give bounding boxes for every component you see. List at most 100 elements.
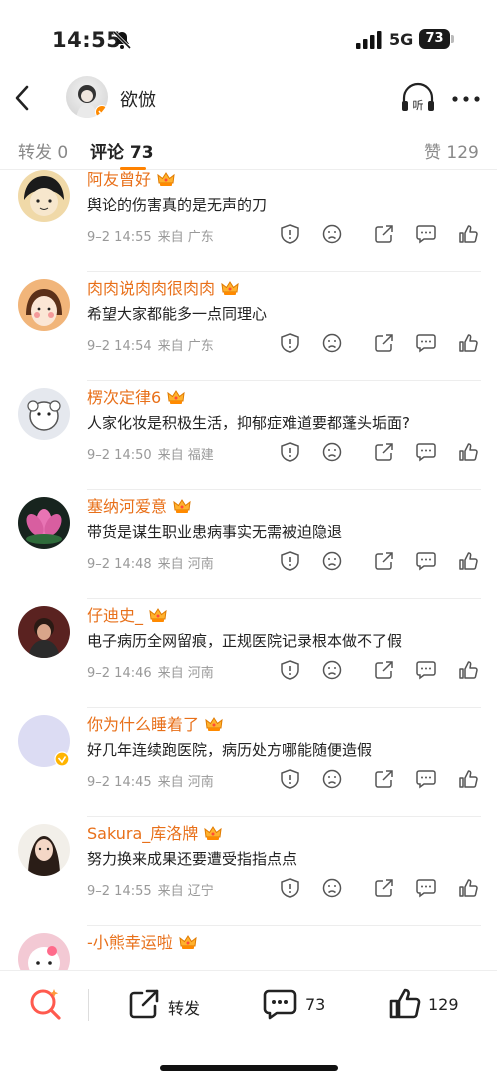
comment-time: 9–2 14:50 (87, 448, 152, 463)
comment-item[interactable]: 你为什么睡着了 好几年连续跑医院，病历处方哪能随便造假 9–2 14:45 来自 河南 (0, 707, 497, 817)
crown-icon (167, 390, 185, 404)
crown-icon (173, 499, 191, 513)
comment-time: 9–2 14:46 (87, 666, 152, 681)
commenter-name[interactable]: Sakura_库洛牌 (87, 820, 222, 844)
commenter-name[interactable]: -小熊幸运啦 (87, 929, 197, 953)
commenter-name[interactable]: 楞次定律6 (87, 384, 185, 408)
comment-icon[interactable] (416, 442, 436, 462)
comment-text: 带货是谋生职业患病事实无需被迫隐退 (87, 523, 343, 541)
commenter-avatar[interactable] (18, 170, 70, 222)
report-icon[interactable] (280, 878, 300, 898)
comment-item[interactable]: 楞次定律6 人家化妆是积极生活，抑郁症难道要都蓬头垢面? 9–2 14:50 来自 福… (0, 380, 497, 490)
verified-badge-icon (54, 751, 70, 767)
report-icon[interactable] (280, 224, 300, 244)
report-icon[interactable] (280, 442, 300, 462)
comment-item[interactable]: 肉肉说肉肉很肉肉 希望大家都能多一点同理心 9–2 14:54 来自 广东 (0, 271, 497, 381)
comment-text: 舆论的伤害真的是无声的刀 (87, 196, 268, 214)
comment-list[interactable]: 阿友曾好 舆论的伤害真的是无声的刀 9–2 14:55 来自 广东 肉肉说肉肉很肉肉 希望… (0, 170, 497, 970)
header: 欲倣 听 (0, 72, 497, 124)
share-icon[interactable] (374, 442, 394, 462)
status-time: 14:55 (52, 28, 122, 52)
author-avatar[interactable] (66, 76, 108, 118)
commenter-avatar[interactable] (18, 933, 70, 970)
dislike-face-icon[interactable] (322, 878, 342, 898)
comment-icon[interactable] (416, 551, 436, 571)
commenter-avatar[interactable] (18, 824, 70, 876)
comment-item[interactable]: 塞纳河爱意 带货是谋生职业患病事实无需被迫隐退 9–2 14:48 来自 河南 (0, 489, 497, 599)
comment-item[interactable]: -小熊幸运啦 (0, 925, 497, 970)
report-icon[interactable] (280, 333, 300, 353)
report-icon[interactable] (280, 551, 300, 571)
crown-icon (204, 826, 222, 840)
commenter-avatar[interactable] (18, 279, 70, 331)
headphones-icon[interactable]: 听 (400, 82, 436, 114)
like-icon[interactable] (458, 660, 478, 680)
comment-meta: 9–2 14:50 来自 福建 (87, 444, 220, 463)
comment-count[interactable]: 73 (305, 995, 325, 1014)
commenter-name[interactable]: 阿友曾好 (87, 170, 175, 190)
dislike-face-icon[interactable] (322, 224, 342, 244)
share-icon[interactable] (128, 988, 160, 1020)
share-icon[interactable] (374, 224, 394, 244)
comment-icon[interactable] (416, 660, 436, 680)
comment-icon[interactable] (416, 224, 436, 244)
commenter-name[interactable]: 仔迪史_ (87, 602, 167, 626)
commenter-avatar[interactable] (18, 497, 70, 549)
comment-actions (280, 224, 480, 246)
commenter-name[interactable]: 你为什么睡着了 (87, 711, 223, 735)
commenter-name[interactable]: 塞纳河爱意 (87, 493, 191, 517)
like-icon[interactable] (458, 551, 478, 571)
like-icon[interactable] (388, 986, 422, 1020)
repost-button-label[interactable]: 转发 (168, 995, 200, 1019)
like-icon[interactable] (458, 878, 478, 898)
commenter-avatar[interactable] (18, 388, 70, 440)
tab-bar: 转发 0 评论 73 赞 129 (0, 124, 497, 170)
report-icon[interactable] (280, 660, 300, 680)
like-icon[interactable] (458, 333, 478, 353)
network-type: 5G (389, 30, 414, 49)
like-count[interactable]: 129 (428, 995, 459, 1014)
comment-item[interactable]: 阿友曾好 舆论的伤害真的是无声的刀 9–2 14:55 来自 广东 (0, 170, 497, 272)
dislike-face-icon[interactable] (322, 442, 342, 462)
dislike-face-icon[interactable] (322, 660, 342, 680)
comment-meta: 9–2 14:55 来自 辽宁 (87, 880, 220, 899)
share-icon[interactable] (374, 769, 394, 789)
like-icon[interactable] (458, 442, 478, 462)
comment-icon[interactable] (416, 769, 436, 789)
comment-actions (280, 660, 480, 682)
share-icon[interactable] (374, 551, 394, 571)
back-chevron-icon[interactable] (12, 84, 34, 112)
like-icon[interactable] (458, 769, 478, 789)
more-dots-icon[interactable] (452, 96, 480, 102)
dislike-face-icon[interactable] (322, 769, 342, 789)
tab-likes[interactable]: 赞 129 (424, 138, 479, 163)
author-name[interactable]: 欲倣 (120, 86, 156, 112)
comment-icon[interactable] (263, 988, 297, 1020)
comment-meta: 9–2 14:46 来自 河南 (87, 662, 220, 681)
share-icon[interactable] (374, 333, 394, 353)
comment-icon[interactable] (416, 333, 436, 353)
commenter-name[interactable]: 肉肉说肉肉很肉肉 (87, 275, 239, 299)
tab-repost[interactable]: 转发 0 (18, 138, 68, 163)
tab-comments[interactable]: 评论 73 (90, 138, 154, 163)
report-icon[interactable] (280, 769, 300, 789)
share-icon[interactable] (374, 878, 394, 898)
comment-time: 9–2 14:55 (87, 230, 152, 245)
dislike-face-icon[interactable] (322, 551, 342, 571)
share-icon[interactable] (374, 660, 394, 680)
comment-text: 人家化妆是积极生活，抑郁症难道要都蓬头垢面? (87, 414, 410, 432)
commenter-avatar[interactable] (18, 606, 70, 658)
battery-icon: 73 (419, 29, 455, 49)
comment-text: 电子病历全网留痕，正规医院记录根本做不了假 (87, 632, 403, 650)
comment-icon[interactable] (416, 878, 436, 898)
comment-item[interactable]: Sakura_库洛牌 努力换来成果还要遭受指指点点 9–2 14:55 来自 辽宁 (0, 816, 497, 926)
comment-location: 来自 辽宁 (157, 884, 214, 899)
comment-item[interactable]: 仔迪史_ 电子病历全网留痕，正规医院记录根本做不了假 9–2 14:46 来自 河南 (0, 598, 497, 708)
comment-text: 希望大家都能多一点同理心 (87, 305, 268, 323)
dislike-face-icon[interactable] (322, 333, 342, 353)
home-indicator (160, 1065, 338, 1071)
comment-actions (280, 878, 480, 900)
comment-actions (280, 442, 480, 464)
like-icon[interactable] (458, 224, 478, 244)
search-icon[interactable] (28, 987, 62, 1021)
